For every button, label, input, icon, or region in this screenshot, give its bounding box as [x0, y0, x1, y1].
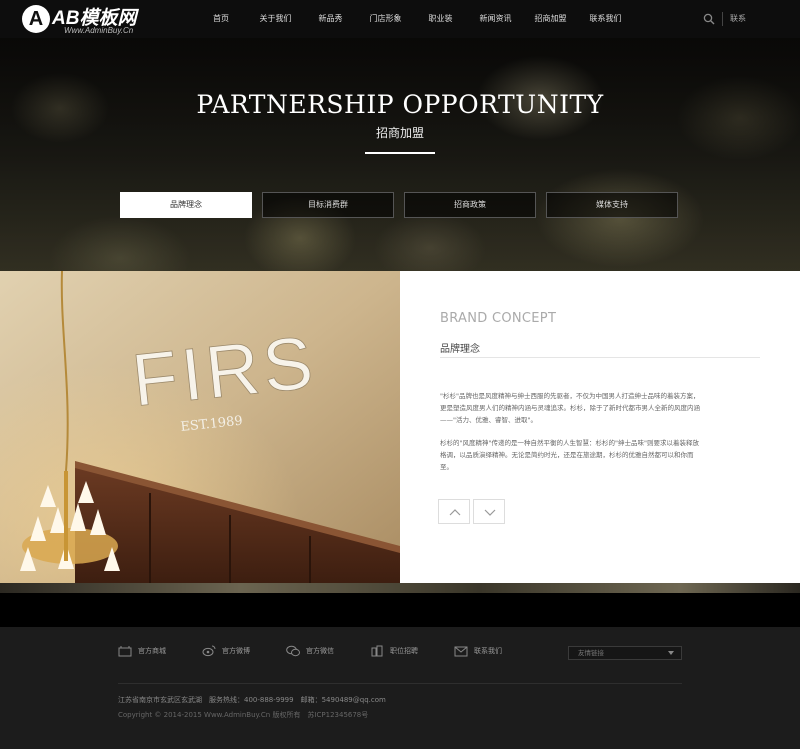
- footer-link-weibo[interactable]: 官方微博: [202, 645, 250, 657]
- footer-link-label: 官方微信: [306, 647, 334, 655]
- section-title-cn: 品牌理念: [440, 344, 480, 355]
- building-icon: [371, 645, 383, 657]
- friend-links-select-value: 友情链接: [578, 649, 604, 657]
- dark-band: [0, 593, 800, 627]
- chevron-down-icon: [484, 509, 496, 516]
- nav-item-stores[interactable]: 门店形象: [360, 0, 411, 38]
- nav-item-workwear[interactable]: 职业装: [415, 0, 466, 38]
- site-footer: 官方商城 官方微博 官方微信 职位招聘 联系我们 友情链接 江苏省南京市玄武区玄…: [0, 627, 800, 749]
- store-photo-illustration: FIRS EST.1989: [0, 271, 400, 583]
- footer-address: 江苏省南京市玄武区玄武湖 服务热线：400-888-9999 邮箱：549048…: [118, 696, 386, 704]
- footer-link-label: 联系我们: [474, 647, 502, 655]
- scroll-up-button[interactable]: [438, 499, 470, 524]
- search-icon[interactable]: [703, 13, 715, 25]
- header-divider: [722, 12, 723, 26]
- site-logo[interactable]: A AB模板网 Www.AdminBuy.Cn: [22, 4, 162, 36]
- footer-link-label: 官方商城: [138, 647, 166, 655]
- logo-url: Www.AdminBuy.Cn: [64, 26, 134, 35]
- mail-icon: [454, 646, 468, 657]
- footer-link-contact[interactable]: 联系我们: [454, 645, 502, 657]
- wechat-icon: [286, 645, 300, 657]
- brand-paragraph-1: "杉杉"品牌也是风度精神与绅士西服的先驱者，不仅为中国男人打造绅士品味的着装方案…: [440, 392, 700, 424]
- footer-copyright: Copyright © 2014-2015 Www.AdminBuy.Cn 版权…: [118, 711, 369, 719]
- logo-mark: A: [22, 5, 50, 33]
- tab-franchise-policy[interactable]: 招商政策: [404, 192, 536, 218]
- banner-title-en: PARTNERSHIP OPPORTUNITY: [196, 90, 604, 119]
- tab-brand-concept[interactable]: 品牌理念: [120, 192, 252, 218]
- nav-item-franchise[interactable]: 招商加盟: [525, 0, 576, 38]
- nav-item-home[interactable]: 首页: [196, 0, 246, 38]
- decorative-strip: [0, 583, 800, 593]
- brand-concept-panel: BRAND CONCEPT 品牌理念 "杉杉"品牌也是风度精神与绅士西服的先驱者…: [400, 271, 800, 583]
- footer-link-label: 职位招聘: [390, 647, 418, 655]
- language-link[interactable]: 联系: [730, 0, 746, 38]
- friend-links-select[interactable]: 友情链接: [568, 646, 682, 660]
- footer-link-label: 官方微博: [222, 647, 250, 655]
- nav-item-news[interactable]: 新闻资讯: [470, 0, 521, 38]
- footer-links: 官方商城 官方微博 官方微信 职位招聘 联系我们: [118, 645, 538, 657]
- tab-media-support[interactable]: 媒体支持: [546, 192, 678, 218]
- top-header: A AB模板网 Www.AdminBuy.Cn 首页 关于我们 新品秀 门店形象…: [0, 0, 800, 38]
- brand-photo: FIRS EST.1989: [0, 271, 400, 583]
- banner-overlay: [0, 38, 800, 271]
- scroll-down-button[interactable]: [473, 499, 505, 524]
- footer-link-wechat[interactable]: 官方微信: [286, 645, 334, 657]
- chevron-up-icon: [449, 509, 461, 516]
- nav-item-contact[interactable]: 联系我们: [580, 0, 631, 38]
- footer-divider: [118, 683, 682, 684]
- section-title-en: BRAND CONCEPT: [440, 311, 557, 326]
- hero-banner: PARTNERSHIP OPPORTUNITY 招商加盟 品牌理念 目标消费群 …: [0, 38, 800, 271]
- nav-item-about[interactable]: 关于我们: [250, 0, 301, 38]
- tab-target-consumers[interactable]: 目标消费群: [262, 192, 394, 218]
- banner-underline: [365, 152, 435, 154]
- footer-link-mall[interactable]: 官方商城: [118, 645, 166, 657]
- main-nav: 首页 关于我们 新品秀 门店形象 职业装 新闻资讯 招商加盟 联系我们: [196, 0, 635, 38]
- banner-title-cn: 招商加盟: [375, 126, 424, 140]
- footer-link-jobs[interactable]: 职位招聘: [370, 645, 418, 657]
- weibo-icon: [202, 645, 216, 657]
- caret-down-icon: [668, 651, 674, 655]
- section-tabs: 品牌理念 目标消费群 招商政策 媒体支持: [120, 192, 688, 218]
- nav-item-new-arrivals[interactable]: 新品秀: [305, 0, 356, 38]
- section-divider: [440, 357, 760, 358]
- brand-paragraph-2: 杉杉的"风度精神"传递的是一种自然平衡的人生智慧：杉杉的"绅士品味"则要求以着装…: [440, 439, 699, 471]
- tmall-icon: [118, 646, 132, 657]
